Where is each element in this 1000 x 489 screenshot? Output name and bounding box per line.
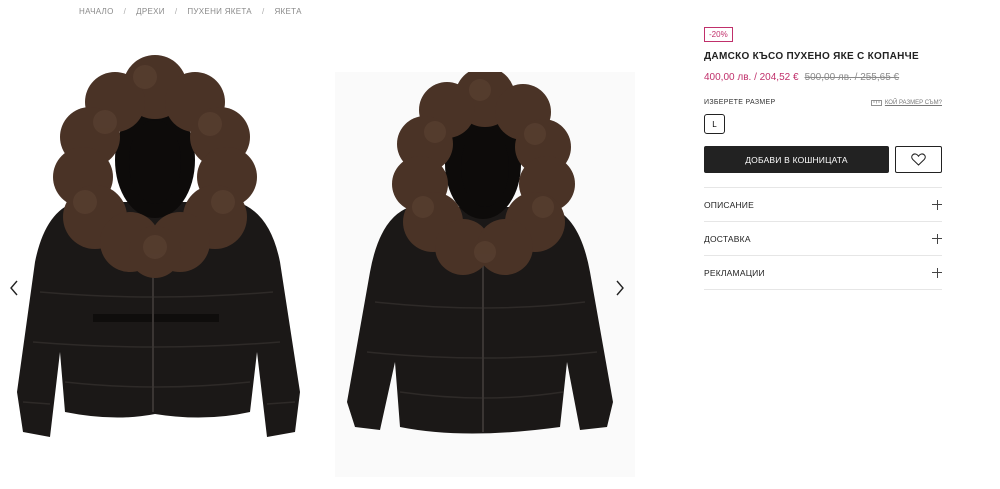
accordion-description[interactable]: ОПИСАНИЕ (704, 188, 942, 222)
product-gallery (0, 22, 640, 489)
product-title: ДАМСКО КЪСО ПУХЕНО ЯКЕ С КОПАНЧЕ (704, 51, 919, 62)
cart-actions: ДОБАВИ В КОШНИЦАТА (704, 146, 942, 173)
breadcrumb-home[interactable]: НАЧАЛО (79, 7, 114, 16)
discount-badge: -20% (704, 27, 733, 42)
price-old: 500,00 лв. / 255,65 € (804, 72, 900, 83)
jacket-side-image (347, 67, 613, 434)
size-label: ИЗБЕРЕТЕ РАЗМЕР (704, 99, 776, 106)
accordion-returns-label: РЕКЛАМАЦИИ (704, 267, 765, 278)
plus-icon (932, 199, 942, 210)
plus-icon (932, 267, 942, 278)
size-chart-label: КОЙ РАЗМЕР СЪМ? (884, 99, 942, 106)
breadcrumb-clothes[interactable]: ДРЕХИ (136, 7, 165, 16)
product-image-front[interactable] (5, 52, 307, 482)
product-info-accordion: ОПИСАНИЕ ДОСТАВКА РЕКЛАМАЦИИ (704, 187, 942, 290)
accordion-description-label: ОПИСАНИЕ (704, 199, 754, 210)
gallery-next-button[interactable] (612, 277, 628, 299)
accordion-delivery-label: ДОСТАВКА (704, 233, 751, 244)
breadcrumb-separator: / (261, 7, 265, 16)
breadcrumb-down-jackets[interactable]: ПУХЕНИ ЯКЕТА (187, 7, 252, 16)
jacket-front-image (17, 55, 300, 437)
size-option-l[interactable]: L (704, 114, 725, 134)
size-header: ИЗБЕРЕТЕ РАЗМЕР КОЙ РАЗМЕР СЪМ? (704, 99, 942, 106)
price-block: 400,00 лв. / 204,52 € 500,00 лв. / 255,6… (704, 72, 942, 83)
price-current: 400,00 лв. / 204,52 € (704, 72, 799, 83)
breadcrumb-jackets[interactable]: ЯКЕТА (274, 7, 301, 16)
breadcrumb-separator: / (123, 7, 127, 16)
accordion-returns[interactable]: РЕКЛАМАЦИИ (704, 256, 942, 290)
size-chart-link[interactable]: КОЙ РАЗМЕР СЪМ? (870, 99, 942, 106)
breadcrumb-separator: / (174, 7, 178, 16)
product-details: -20% ДАМСКО КЪСО ПУХЕНО ЯКЕ С КОПАНЧЕ 40… (704, 24, 942, 290)
product-image-side[interactable] (335, 67, 635, 477)
ruler-icon (870, 99, 882, 106)
chevron-right-icon (616, 280, 624, 296)
heart-icon (911, 153, 926, 166)
plus-icon (932, 233, 942, 244)
breadcrumb: НАЧАЛО / ДРЕХИ / ПУХЕНИ ЯКЕТА / ЯКЕТА (79, 7, 302, 16)
wishlist-button[interactable] (895, 146, 942, 173)
add-to-cart-button[interactable]: ДОБАВИ В КОШНИЦАТА (704, 146, 889, 173)
accordion-delivery[interactable]: ДОСТАВКА (704, 222, 942, 256)
